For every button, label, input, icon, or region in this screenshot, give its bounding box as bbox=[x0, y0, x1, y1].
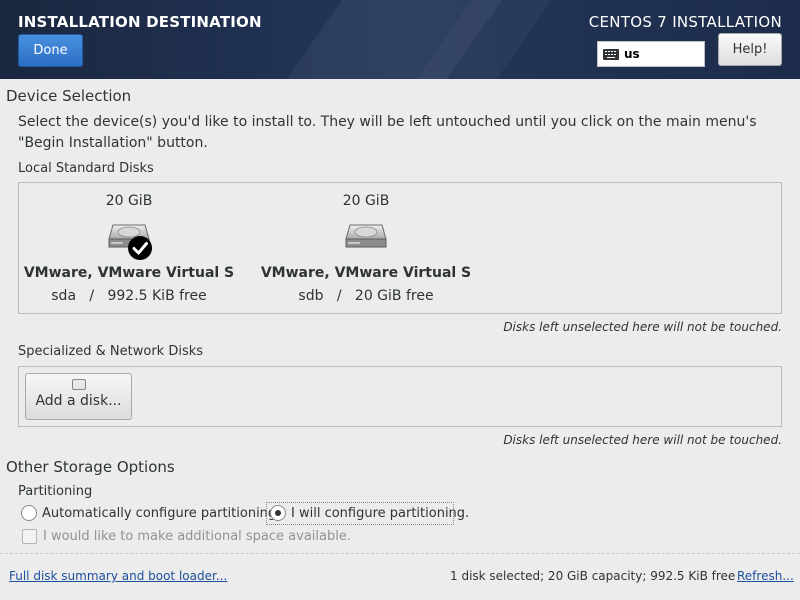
disk-icon bbox=[71, 379, 86, 390]
partitioning-heading: Partitioning bbox=[18, 484, 93, 499]
local-disks-note: Disks left unselected here will not be t… bbox=[503, 320, 782, 334]
instruction-text-line2: "Begin Installation" button. bbox=[18, 135, 208, 151]
manual-partitioning-radio[interactable]: I will configure partitioning. bbox=[270, 505, 469, 521]
page-title: INSTALLATION DESTINATION bbox=[18, 13, 262, 31]
disk-free-space: sda / 992.5 KiB free bbox=[51, 288, 207, 304]
header-bar: INSTALLATION DESTINATION Done CENTOS 7 I… bbox=[0, 0, 800, 79]
disk-item-sdb[interactable]: 20 GiB VMware, VMware Virtual S sdb / 20… bbox=[256, 183, 476, 313]
disk-status-summary: 1 disk selected; 20 GiB capacity; 992.5 … bbox=[450, 569, 736, 583]
device-selection-heading: Device Selection bbox=[6, 87, 132, 105]
refresh-link[interactable]: Refresh... bbox=[737, 569, 794, 583]
help-button[interactable]: Help! bbox=[718, 33, 782, 66]
special-disks-note: Disks left unselected here will not be t… bbox=[503, 433, 782, 447]
disk-name: VMware, VMware Virtual S bbox=[260, 265, 472, 281]
checkbox[interactable] bbox=[22, 529, 37, 544]
keyboard-layout-indicator[interactable]: us bbox=[597, 41, 705, 67]
keyboard-icon bbox=[603, 48, 619, 60]
hard-disk-icon bbox=[344, 221, 388, 251]
product-title: CENTOS 7 INSTALLATION bbox=[588, 13, 782, 31]
instruction-text-line1: Select the device(s) you'd like to insta… bbox=[18, 114, 757, 130]
auto-partitioning-label: Automatically configure partitioning. bbox=[42, 505, 281, 521]
local-disks-panel: 20 GiB VMware, VMware Virtual S sda / 99… bbox=[18, 182, 782, 314]
storage-options-heading: Other Storage Options bbox=[6, 458, 175, 476]
special-disks-panel: Add a disk... bbox=[18, 366, 782, 427]
disk-item-sda[interactable]: 20 GiB VMware, VMware Virtual S sda / 99… bbox=[19, 183, 239, 313]
disk-size: 20 GiB bbox=[342, 193, 390, 209]
disk-size: 20 GiB bbox=[105, 193, 153, 209]
disk-name: VMware, VMware Virtual S bbox=[23, 265, 235, 281]
done-button[interactable]: Done bbox=[18, 34, 83, 67]
disk-free-space: sdb / 20 GiB free bbox=[298, 288, 434, 304]
radio-button-checked[interactable] bbox=[270, 505, 286, 521]
disk-summary-link[interactable]: Full disk summary and boot loader... bbox=[9, 569, 227, 583]
add-disk-button[interactable]: Add a disk... bbox=[25, 373, 132, 420]
selected-check-icon bbox=[127, 235, 153, 261]
footer-divider bbox=[0, 553, 800, 554]
local-disks-heading: Local Standard Disks bbox=[18, 161, 154, 176]
manual-partitioning-label: I will configure partitioning. bbox=[291, 505, 470, 521]
auto-partitioning-radio[interactable]: Automatically configure partitioning. bbox=[21, 505, 280, 521]
additional-space-label: I would like to make additional space av… bbox=[43, 529, 351, 544]
additional-space-checkbox[interactable]: I would like to make additional space av… bbox=[22, 529, 351, 544]
keyboard-layout-label: us bbox=[624, 47, 640, 61]
add-disk-label: Add a disk... bbox=[35, 393, 122, 409]
special-disks-heading: Specialized & Network Disks bbox=[18, 344, 204, 359]
radio-button[interactable] bbox=[21, 505, 37, 521]
